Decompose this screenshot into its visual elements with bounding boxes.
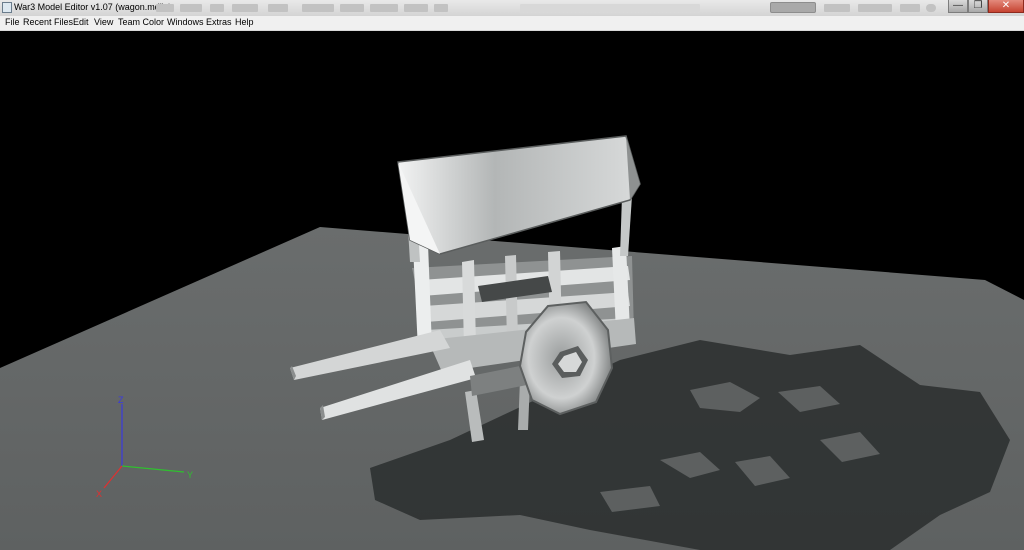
z-axis-label: Z	[118, 395, 124, 405]
ghost-toolbar-item	[926, 4, 936, 12]
ghost-toolbar-item	[210, 4, 224, 12]
ghost-toolbar-item	[900, 4, 920, 12]
menu-edit[interactable]: Edit	[73, 17, 89, 27]
title-bar: War3 Model Editor v1.07 (wagon.mdl) * — …	[0, 0, 1024, 17]
menu-view[interactable]: View	[94, 17, 113, 27]
maximize-button[interactable]: ❐	[968, 0, 988, 13]
ghost-button	[770, 2, 816, 13]
menu-team-color[interactable]: Team Color	[118, 17, 164, 27]
x-axis-label: X	[96, 489, 102, 499]
ghost-toolbar-item	[302, 4, 334, 12]
app-icon[interactable]	[2, 2, 12, 13]
ghost-toolbar-item	[268, 4, 288, 12]
menu-file[interactable]: File	[5, 17, 20, 27]
ghost-toolbar-item	[824, 4, 850, 12]
ghost-toolbar-item	[340, 4, 364, 12]
3d-viewport[interactable]: Z Y X	[0, 31, 1024, 550]
menu-windows[interactable]: Windows	[167, 17, 204, 27]
minimize-button[interactable]: —	[948, 0, 968, 13]
ghost-toolbar-item	[520, 4, 700, 12]
ghost-toolbar-item	[370, 4, 398, 12]
menu-recent-files[interactable]: Recent Files	[23, 17, 73, 27]
window-title: War3 Model Editor v1.07 (wagon.mdl) *	[14, 2, 171, 12]
y-axis-label: Y	[187, 470, 193, 480]
ghost-toolbar-item	[232, 4, 258, 12]
menu-help[interactable]: Help	[235, 17, 254, 27]
menu-extras[interactable]: Extras	[206, 17, 232, 27]
ghost-toolbar-item	[156, 4, 174, 12]
ghost-toolbar-item	[404, 4, 428, 12]
menu-bar: File Recent Files Edit View Team Color W…	[0, 16, 1024, 31]
viewport-canvas[interactable]: Z Y X	[0, 31, 1024, 550]
close-button[interactable]: ✕	[988, 0, 1024, 13]
ghost-toolbar-item	[180, 4, 202, 12]
ghost-toolbar-item	[858, 4, 892, 12]
ghost-toolbar-item	[434, 4, 448, 12]
